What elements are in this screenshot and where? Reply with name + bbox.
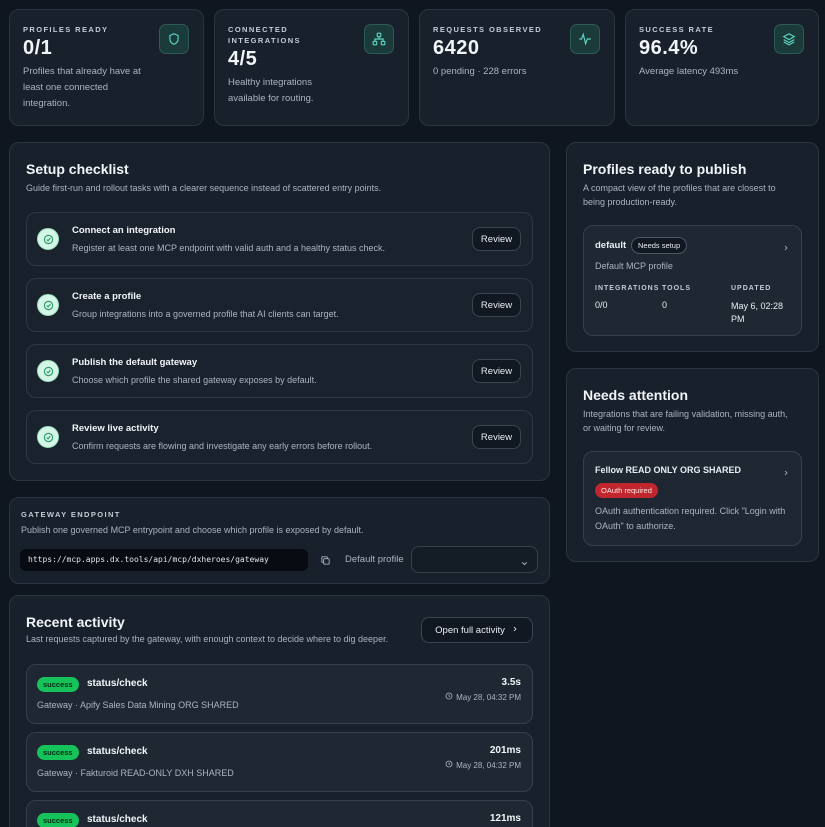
stat-label: CONNECTED INTEGRATIONS <box>228 25 301 45</box>
profiles-description: A compact view of the profiles that are … <box>583 183 776 207</box>
setup-checklist-card: Setup checklist Guide first-run and roll… <box>9 142 550 481</box>
review-button[interactable]: Review <box>472 227 521 251</box>
open-full-activity-button[interactable]: Open full activity <box>421 617 533 643</box>
check-circle-icon <box>37 228 59 250</box>
stat-label: PROFILES READY <box>23 25 109 34</box>
activity-title: Recent activity <box>26 614 125 630</box>
activity-row[interactable]: success status/check 121ms <box>26 800 533 827</box>
activity-duration: 3.5s <box>501 677 521 688</box>
check-circle-icon <box>37 294 59 316</box>
col-tools: TOOLS <box>662 285 691 292</box>
default-profile-label: Default profile <box>345 554 404 565</box>
checklist-item-title: Create a profile <box>72 291 142 302</box>
gateway-endpoint-card: GATEWAY ENDPOINT Publish one governed MC… <box>9 497 550 584</box>
gateway-url-field[interactable]: https://mcp.apps.dx.tools/api/mcp/dxhero… <box>20 549 308 571</box>
network-icon <box>364 24 394 54</box>
attention-item[interactable]: Fellow READ ONLY ORG SHARED OAuth requir… <box>583 451 802 546</box>
gateway-label: GATEWAY ENDPOINT <box>21 510 121 519</box>
stat-label: SUCCESS RATE <box>639 25 715 34</box>
checklist-item-desc: Choose which profile the shared gateway … <box>72 375 317 385</box>
checklist-description: Guide first-run and rollout tasks with a… <box>26 183 382 193</box>
chevron-right-icon <box>782 239 790 257</box>
checklist-item-publish-gateway: Publish the default gateway Choose which… <box>26 344 533 398</box>
activity-path: status/check <box>87 746 148 757</box>
check-circle-icon <box>37 360 59 382</box>
activity-gateway: Gateway · Apify Sales Data Mining ORG SH… <box>37 700 239 710</box>
stat-card-requests-observed: REQUESTS OBSERVED 6420 0 pending · 228 e… <box>419 9 615 126</box>
clock-icon <box>445 692 453 702</box>
activity-row[interactable]: success status/check Gateway · Fakturoid… <box>26 732 533 792</box>
check-circle-icon <box>37 426 59 448</box>
checklist-item-title: Connect an integration <box>72 225 176 236</box>
stat-subtext: Average latency 493ms <box>639 66 739 77</box>
recent-activity-card: Recent activity Last requests captured b… <box>9 595 550 827</box>
attention-title: Needs attention <box>583 387 689 403</box>
activity-duration: 121ms <box>489 813 521 824</box>
status-badge: success <box>37 813 79 827</box>
default-profile-select[interactable] <box>411 546 538 573</box>
stat-card-success-rate: SUCCESS RATE 96.4% Average latency 493ms <box>625 9 819 126</box>
gateway-description: Publish one governed MCP entrypoint and … <box>21 525 364 535</box>
attention-description: Integrations that are failing validation… <box>583 409 788 433</box>
integration-description: OAuth authentication required. Click "Lo… <box>595 506 786 531</box>
review-button[interactable]: Review <box>472 293 521 317</box>
activity-description: Last requests captured by the gateway, w… <box>26 634 389 644</box>
checklist-item-create-profile: Create a profile Group integrations into… <box>26 278 533 332</box>
stat-subtext: Healthy integrations available for routi… <box>228 77 314 104</box>
checklist-title: Setup checklist <box>26 161 129 177</box>
profile-card[interactable]: default Needs setup Default MCP profile … <box>583 225 802 336</box>
activity-time-text: May 28, 04:32 PM <box>456 760 521 770</box>
chevron-right-icon <box>511 625 519 636</box>
chevron-down-icon <box>520 555 529 573</box>
checklist-item-desc: Register at least one MCP endpoint with … <box>72 243 386 253</box>
stat-card-connected-integrations: CONNECTED INTEGRATIONS 4/5 Healthy integ… <box>214 9 409 126</box>
col-integrations: INTEGRATIONS <box>595 285 660 292</box>
review-button[interactable]: Review <box>472 359 521 383</box>
stat-subtext: 0 pending · 228 errors <box>433 66 527 77</box>
needs-setup-badge: Needs setup <box>631 237 688 254</box>
status-badge: success <box>37 677 79 692</box>
col-updated: UPDATED <box>731 285 772 292</box>
activity-time: May 28, 04:32 PM <box>445 760 521 770</box>
chevron-right-icon <box>782 464 790 482</box>
activity-time: May 28, 04:32 PM <box>445 692 521 702</box>
checklist-item-title: Publish the default gateway <box>72 357 198 368</box>
activity-row[interactable]: success status/check Gateway · Apify Sal… <box>26 664 533 724</box>
checklist-item-title: Review live activity <box>72 423 159 434</box>
integrations-value: 0/0 <box>595 300 608 310</box>
shield-icon <box>159 24 189 54</box>
stat-card-profiles-ready: PROFILES READY 0/1 Profiles that already… <box>9 9 204 126</box>
stat-label: REQUESTS OBSERVED <box>433 25 543 34</box>
profile-name: default <box>595 240 627 251</box>
updated-value: May 6, 02:28 PM <box>731 301 784 324</box>
open-full-activity-label: Open full activity <box>435 624 505 636</box>
oauth-required-badge: OAuth required <box>595 483 658 498</box>
activity-path: status/check <box>87 814 148 825</box>
profiles-title: Profiles ready to publish <box>583 161 747 177</box>
activity-time-text: May 28, 04:32 PM <box>456 692 521 702</box>
profiles-ready-card: Profiles ready to publish A compact view… <box>566 142 819 352</box>
checklist-item-desc: Group integrations into a governed profi… <box>72 309 339 319</box>
needs-attention-card: Needs attention Integrations that are fa… <box>566 368 819 562</box>
integration-name: Fellow READ ONLY ORG SHARED <box>595 465 742 475</box>
clock-icon <box>445 760 453 770</box>
activity-duration: 201ms <box>489 745 521 756</box>
activity-icon <box>570 24 600 54</box>
status-badge: success <box>37 745 79 760</box>
activity-gateway: Gateway · Fakturoid READ-ONLY DXH SHARED <box>37 768 234 778</box>
checklist-item-review-activity: Review live activity Confirm requests ar… <box>26 410 533 464</box>
checklist-item-connect-integration: Connect an integration Register at least… <box>26 212 533 266</box>
activity-path: status/check <box>87 678 148 689</box>
copy-icon[interactable] <box>320 553 332 567</box>
layers-icon <box>774 24 804 54</box>
checklist-item-desc: Confirm requests are flowing and investi… <box>72 441 373 451</box>
stat-subtext: Profiles that already have at least one … <box>23 66 141 109</box>
review-button[interactable]: Review <box>472 425 521 449</box>
tools-value: 0 <box>662 300 668 310</box>
profile-description: Default MCP profile <box>595 261 673 271</box>
